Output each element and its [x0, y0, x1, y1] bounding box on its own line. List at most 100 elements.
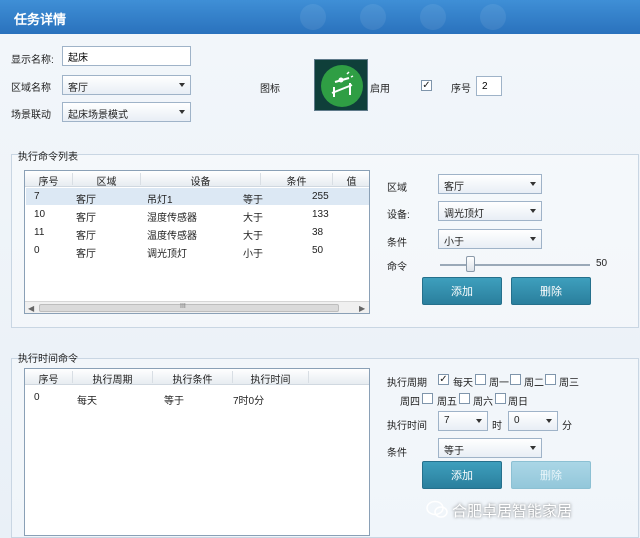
column-header-condition[interactable]: 执行条件 [153, 371, 233, 386]
horizontal-scrollbar[interactable]: ◀ III ▶ [25, 301, 369, 313]
day-checkbox-daily[interactable]: ✓ [438, 374, 449, 385]
cell-seq: 10 [34, 209, 46, 220]
cell-device: 调光顶灯 [147, 249, 187, 260]
command-slider-thumb[interactable] [466, 256, 475, 272]
cell-condition: 等于 [243, 195, 263, 206]
delete-time-command-button[interactable]: 删除 [511, 461, 591, 489]
table-row[interactable]: 0 每天 等于 7时0分 [26, 389, 369, 407]
column-header-time[interactable]: 执行时间 [233, 371, 309, 386]
area-name-select[interactable]: 客厅 [62, 75, 191, 95]
time-condition-select[interactable]: 等于 [438, 438, 542, 458]
scene-link-label: 场景联动 [11, 110, 51, 121]
day-label-thu: 周四 [400, 397, 420, 408]
cell-device: 吊灯1 [147, 195, 173, 206]
day-checkbox-tue[interactable] [510, 374, 521, 385]
enable-checkbox[interactable]: ✓ [421, 80, 432, 91]
day-checkbox-fri[interactable] [459, 393, 470, 404]
table-row[interactable]: 11 客厅 温度传感器 大于 38 [26, 224, 369, 242]
scroll-right-icon[interactable]: ▶ [359, 304, 365, 313]
time-table-header: 序号 执行周期 执行条件 执行时间 [25, 369, 369, 386]
background-scene-icon [420, 4, 446, 30]
window-title: 任务详情 [14, 12, 67, 27]
chevron-down-icon [530, 237, 536, 241]
cell-condition: 大于 [243, 231, 263, 242]
cell-condition: 小于 [243, 249, 263, 260]
scene-link-select[interactable]: 起床场景模式 [62, 102, 191, 122]
exec-time-label: 执行时间 [387, 421, 427, 432]
scroll-left-icon[interactable]: ◀ [28, 304, 34, 313]
delete-command-button[interactable]: 删除 [511, 277, 591, 305]
cmd-condition-select[interactable]: 小于 [438, 229, 542, 249]
time-command-title: 执行时间命令 [18, 354, 78, 365]
day-checkbox-mon[interactable] [475, 374, 486, 385]
chevron-down-icon [179, 110, 185, 114]
minute-unit: 分 [562, 421, 572, 432]
command-list-title: 执行命令列表 [18, 152, 78, 163]
area-name-label: 区域名称 [11, 83, 51, 94]
scrollbar-grip: III [180, 303, 186, 310]
cmd-device-select[interactable]: 调光顶灯 [438, 201, 542, 221]
day-checkbox-sat[interactable] [495, 393, 506, 404]
day-checkbox-thu[interactable] [422, 393, 433, 404]
cell-value: 255 [312, 191, 329, 202]
command-table[interactable]: 序号 区域 设备 条件 值 7 客厅 吊灯1 等于 255 10 客厅 湿度传感… [24, 170, 370, 314]
cell-condition: 大于 [243, 213, 263, 224]
cmd-condition-label: 条件 [387, 238, 407, 249]
add-command-button[interactable]: 添加 [422, 277, 502, 305]
cell-device: 湿度传感器 [147, 213, 197, 224]
hour-value: 7 [444, 415, 450, 426]
table-row[interactable]: 10 客厅 湿度传感器 大于 133 [26, 206, 369, 224]
column-header-seq[interactable]: 序号 [25, 173, 73, 188]
day-checkbox-wed[interactable] [545, 374, 556, 385]
chevron-down-icon [530, 209, 536, 213]
cell-value: 38 [312, 227, 324, 238]
column-header-condition[interactable]: 条件 [261, 173, 333, 188]
time-command-table[interactable]: 序号 执行周期 执行条件 执行时间 0 每天 等于 7时0分 [24, 368, 370, 536]
chevron-down-icon [530, 446, 536, 450]
cell-seq: 0 [34, 392, 40, 403]
time-condition-label: 条件 [387, 448, 407, 459]
hour-select[interactable]: 7 [438, 411, 488, 431]
minute-value: 0 [514, 415, 520, 426]
cell-area: 客厅 [76, 195, 96, 206]
scene-icon-picker[interactable] [314, 59, 368, 111]
command-slider[interactable] [440, 264, 590, 266]
watermark-text: 合肥卓居智能家居 [452, 503, 573, 520]
cmd-command-label: 命令 [387, 262, 407, 273]
command-table-header: 序号 区域 设备 条件 值 [25, 171, 369, 188]
minute-select[interactable]: 0 [508, 411, 558, 431]
table-row[interactable]: 7 客厅 吊灯1 等于 255 [26, 188, 369, 206]
scrollbar-thumb[interactable]: III [39, 303, 339, 312]
add-time-command-button[interactable]: 添加 [422, 461, 502, 489]
column-header-device[interactable]: 设备 [141, 173, 261, 188]
cell-value: 133 [312, 209, 329, 220]
table-row[interactable]: 0 客厅 调光顶灯 小于 50 [26, 242, 369, 260]
cell-value: 50 [312, 245, 324, 256]
cell-seq: 7 [34, 191, 40, 202]
sequence-input[interactable] [476, 76, 502, 96]
cmd-area-select[interactable]: 客厅 [438, 174, 542, 194]
column-header-period[interactable]: 执行周期 [73, 371, 153, 386]
day-label-fri: 周五 [437, 397, 457, 408]
column-header-seq[interactable]: 序号 [25, 371, 73, 386]
display-name-label: 显示名称: [11, 55, 54, 66]
sequence-label: 序号 [451, 84, 471, 95]
column-header-area[interactable]: 区域 [73, 173, 141, 188]
cell-device: 温度传感器 [147, 231, 197, 242]
scene-link-value: 起床场景模式 [68, 110, 128, 121]
cell-condition: 等于 [164, 396, 184, 407]
display-name-input[interactable] [62, 46, 191, 66]
area-name-value: 客厅 [68, 83, 88, 94]
column-header-value[interactable]: 值 [333, 173, 369, 188]
cell-area: 客厅 [76, 231, 96, 242]
background-home-icon [300, 4, 326, 30]
day-label-tue: 周二 [524, 378, 544, 389]
icon-label: 图标 [260, 84, 280, 95]
chevron-down-icon [179, 83, 185, 87]
day-label-sat: 周六 [473, 397, 493, 408]
chevron-down-icon [546, 419, 552, 423]
cell-area: 客厅 [76, 249, 96, 260]
period-label: 执行周期 [387, 378, 427, 389]
cmd-area-label: 区域 [387, 183, 407, 194]
day-label-mon: 周一 [489, 378, 509, 389]
